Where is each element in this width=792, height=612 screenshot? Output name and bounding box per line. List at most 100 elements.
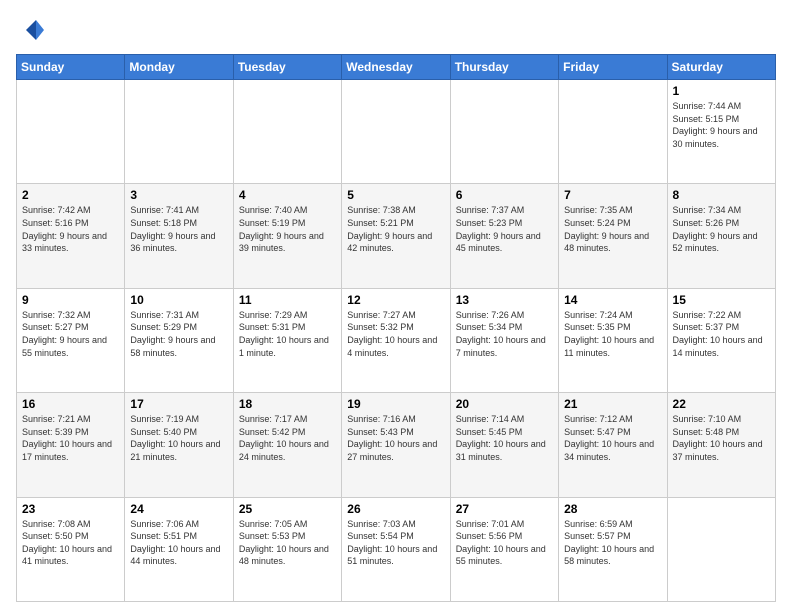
- day-number: 16: [22, 397, 119, 411]
- day-cell: 25 Sunrise: 7:05 AM Sunset: 5:53 PM Dayli…: [233, 497, 341, 601]
- day-cell: 23 Sunrise: 7:08 AM Sunset: 5:50 PM Dayli…: [17, 497, 125, 601]
- header: [16, 16, 776, 46]
- day-number: 18: [239, 397, 336, 411]
- day-number: 9: [22, 293, 119, 307]
- day-cell: 18 Sunrise: 7:17 AM Sunset: 5:42 PM Dayli…: [233, 393, 341, 497]
- day-number: 13: [456, 293, 553, 307]
- day-number: 23: [22, 502, 119, 516]
- day-cell: [450, 80, 558, 184]
- day-info: Sunrise: 7:42 AM Sunset: 5:16 PM Dayligh…: [22, 204, 119, 254]
- day-cell: 28 Sunrise: 6:59 AM Sunset: 5:57 PM Dayli…: [559, 497, 667, 601]
- day-number: 27: [456, 502, 553, 516]
- day-cell: [342, 80, 450, 184]
- day-info: Sunrise: 7:17 AM Sunset: 5:42 PM Dayligh…: [239, 413, 336, 463]
- day-number: 14: [564, 293, 661, 307]
- day-number: 25: [239, 502, 336, 516]
- week-row-4: 23 Sunrise: 7:08 AM Sunset: 5:50 PM Dayli…: [17, 497, 776, 601]
- day-info: Sunrise: 7:29 AM Sunset: 5:31 PM Dayligh…: [239, 309, 336, 359]
- day-cell: 7 Sunrise: 7:35 AM Sunset: 5:24 PM Daylig…: [559, 184, 667, 288]
- day-number: 11: [239, 293, 336, 307]
- day-number: 12: [347, 293, 444, 307]
- day-info: Sunrise: 7:27 AM Sunset: 5:32 PM Dayligh…: [347, 309, 444, 359]
- day-info: Sunrise: 7:38 AM Sunset: 5:21 PM Dayligh…: [347, 204, 444, 254]
- day-info: Sunrise: 7:10 AM Sunset: 5:48 PM Dayligh…: [673, 413, 770, 463]
- day-cell: 12 Sunrise: 7:27 AM Sunset: 5:32 PM Dayli…: [342, 288, 450, 392]
- day-info: Sunrise: 7:05 AM Sunset: 5:53 PM Dayligh…: [239, 518, 336, 568]
- day-info: Sunrise: 7:44 AM Sunset: 5:15 PM Dayligh…: [673, 100, 770, 150]
- day-cell: 11 Sunrise: 7:29 AM Sunset: 5:31 PM Dayli…: [233, 288, 341, 392]
- day-cell: 26 Sunrise: 7:03 AM Sunset: 5:54 PM Dayli…: [342, 497, 450, 601]
- day-info: Sunrise: 7:24 AM Sunset: 5:35 PM Dayligh…: [564, 309, 661, 359]
- logo: [16, 16, 50, 46]
- day-cell: 21Sunrise: 7:12 AM Sunset: 5:47 PM Dayli…: [559, 393, 667, 497]
- day-number: 28: [564, 502, 661, 516]
- day-cell: 15 Sunrise: 7:22 AM Sunset: 5:37 PM Dayli…: [667, 288, 775, 392]
- day-info: Sunrise: 7:22 AM Sunset: 5:37 PM Dayligh…: [673, 309, 770, 359]
- day-number: 19: [347, 397, 444, 411]
- day-cell: [667, 497, 775, 601]
- header-row: SundayMondayTuesdayWednesdayThursdayFrid…: [17, 55, 776, 80]
- col-header-wednesday: Wednesday: [342, 55, 450, 80]
- logo-icon: [16, 16, 46, 46]
- day-info: Sunrise: 7:16 AM Sunset: 5:43 PM Dayligh…: [347, 413, 444, 463]
- col-header-saturday: Saturday: [667, 55, 775, 80]
- day-info: Sunrise: 7:34 AM Sunset: 5:26 PM Dayligh…: [673, 204, 770, 254]
- day-number: 15: [673, 293, 770, 307]
- col-header-friday: Friday: [559, 55, 667, 80]
- day-number: 4: [239, 188, 336, 202]
- day-cell: 10 Sunrise: 7:31 AM Sunset: 5:29 PM Dayli…: [125, 288, 233, 392]
- day-info: Sunrise: 7:26 AM Sunset: 5:34 PM Dayligh…: [456, 309, 553, 359]
- day-cell: 19 Sunrise: 7:16 AM Sunset: 5:43 PM Dayli…: [342, 393, 450, 497]
- day-cell: [233, 80, 341, 184]
- day-cell: 22 Sunrise: 7:10 AM Sunset: 5:48 PM Dayli…: [667, 393, 775, 497]
- day-cell: 20 Sunrise: 7:14 AM Sunset: 5:45 PM Dayli…: [450, 393, 558, 497]
- day-number: 10: [130, 293, 227, 307]
- day-cell: 6Sunrise: 7:37 AM Sunset: 5:23 PM Daylig…: [450, 184, 558, 288]
- day-number: 6: [456, 188, 553, 202]
- day-info: Sunrise: 7:14 AM Sunset: 5:45 PM Dayligh…: [456, 413, 553, 463]
- col-header-tuesday: Tuesday: [233, 55, 341, 80]
- page: SundayMondayTuesdayWednesdayThursdayFrid…: [0, 0, 792, 612]
- day-number: 26: [347, 502, 444, 516]
- day-number: 8: [673, 188, 770, 202]
- day-info: Sunrise: 7:19 AM Sunset: 5:40 PM Dayligh…: [130, 413, 227, 463]
- week-row-1: 2 Sunrise: 7:42 AM Sunset: 5:16 PM Daylig…: [17, 184, 776, 288]
- day-info: Sunrise: 7:31 AM Sunset: 5:29 PM Dayligh…: [130, 309, 227, 359]
- day-number: 5: [347, 188, 444, 202]
- week-row-0: 1 Sunrise: 7:44 AM Sunset: 5:15 PM Daylig…: [17, 80, 776, 184]
- day-info: Sunrise: 7:40 AM Sunset: 5:19 PM Dayligh…: [239, 204, 336, 254]
- day-cell: [17, 80, 125, 184]
- day-number: 20: [456, 397, 553, 411]
- day-info: Sunrise: 6:59 AM Sunset: 5:57 PM Dayligh…: [564, 518, 661, 568]
- day-info: Sunrise: 7:32 AM Sunset: 5:27 PM Dayligh…: [22, 309, 119, 359]
- day-cell: 24Sunrise: 7:06 AM Sunset: 5:51 PM Dayli…: [125, 497, 233, 601]
- day-cell: [559, 80, 667, 184]
- day-cell: 1 Sunrise: 7:44 AM Sunset: 5:15 PM Daylig…: [667, 80, 775, 184]
- day-info: Sunrise: 7:06 AM Sunset: 5:51 PM Dayligh…: [130, 518, 227, 568]
- col-header-sunday: Sunday: [17, 55, 125, 80]
- day-number: 2: [22, 188, 119, 202]
- day-cell: 8 Sunrise: 7:34 AM Sunset: 5:26 PM Daylig…: [667, 184, 775, 288]
- day-cell: 13 Sunrise: 7:26 AM Sunset: 5:34 PM Dayli…: [450, 288, 558, 392]
- day-cell: 16Sunrise: 7:21 AM Sunset: 5:39 PM Dayli…: [17, 393, 125, 497]
- week-row-2: 9 Sunrise: 7:32 AM Sunset: 5:27 PM Daylig…: [17, 288, 776, 392]
- calendar-table: SundayMondayTuesdayWednesdayThursdayFrid…: [16, 54, 776, 602]
- day-number: 3: [130, 188, 227, 202]
- day-cell: 2 Sunrise: 7:42 AM Sunset: 5:16 PM Daylig…: [17, 184, 125, 288]
- week-row-3: 16Sunrise: 7:21 AM Sunset: 5:39 PM Dayli…: [17, 393, 776, 497]
- col-header-thursday: Thursday: [450, 55, 558, 80]
- day-info: Sunrise: 7:41 AM Sunset: 5:18 PM Dayligh…: [130, 204, 227, 254]
- col-header-monday: Monday: [125, 55, 233, 80]
- day-info: Sunrise: 7:35 AM Sunset: 5:24 PM Dayligh…: [564, 204, 661, 254]
- day-cell: 27 Sunrise: 7:01 AM Sunset: 5:56 PM Dayli…: [450, 497, 558, 601]
- day-info: Sunrise: 7:03 AM Sunset: 5:54 PM Dayligh…: [347, 518, 444, 568]
- day-info: Sunrise: 7:01 AM Sunset: 5:56 PM Dayligh…: [456, 518, 553, 568]
- day-number: 21: [564, 397, 661, 411]
- day-cell: 9 Sunrise: 7:32 AM Sunset: 5:27 PM Daylig…: [17, 288, 125, 392]
- day-cell: 5 Sunrise: 7:38 AM Sunset: 5:21 PM Daylig…: [342, 184, 450, 288]
- day-cell: 14 Sunrise: 7:24 AM Sunset: 5:35 PM Dayli…: [559, 288, 667, 392]
- day-number: 1: [673, 84, 770, 98]
- day-number: 7: [564, 188, 661, 202]
- day-number: 22: [673, 397, 770, 411]
- day-info: Sunrise: 7:08 AM Sunset: 5:50 PM Dayligh…: [22, 518, 119, 568]
